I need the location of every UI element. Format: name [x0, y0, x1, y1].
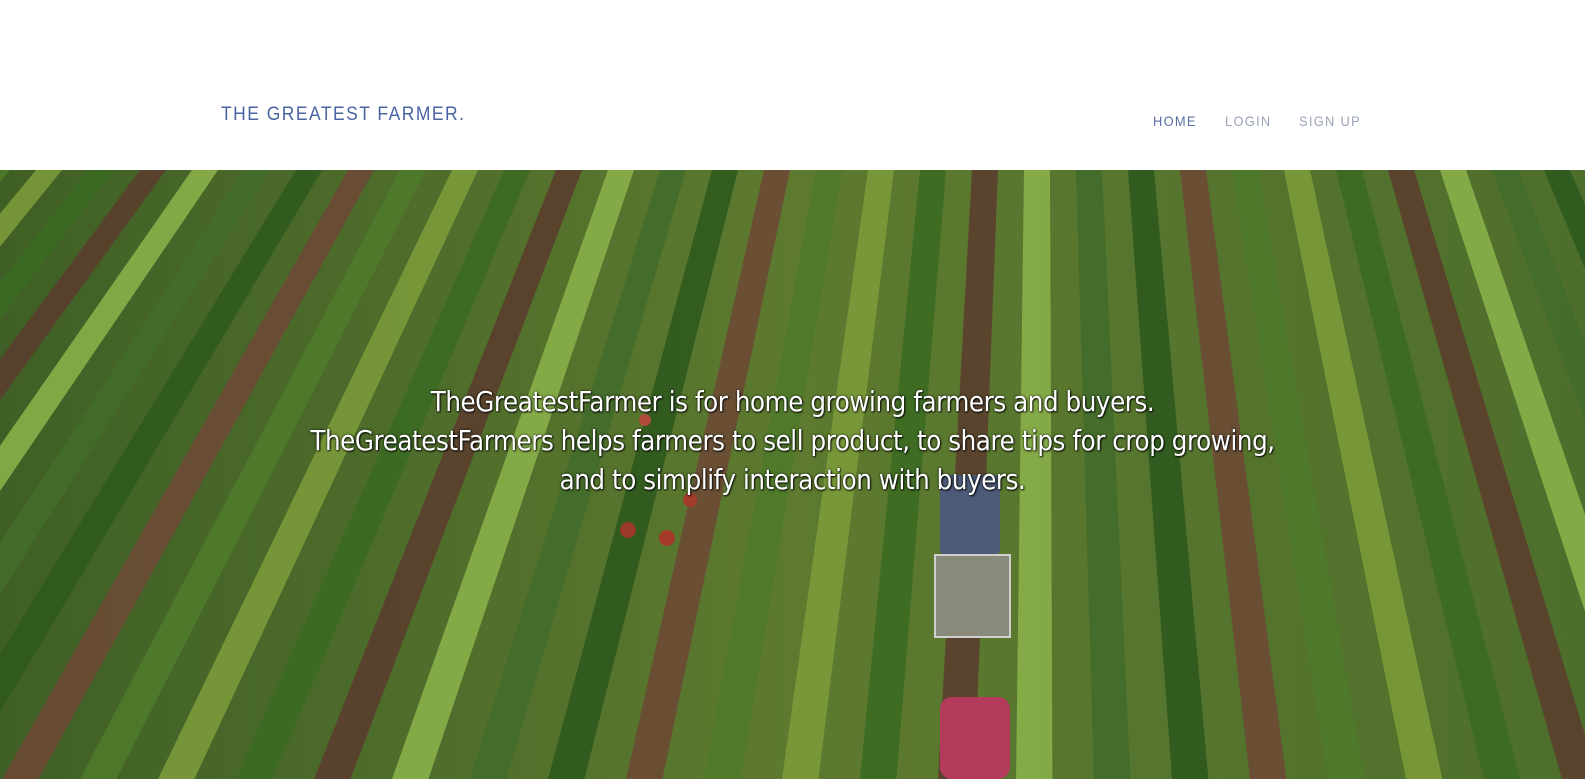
- nav-home-link[interactable]: HOME: [1153, 113, 1197, 129]
- brand-logo-link[interactable]: THE GREATEST FARMER.: [221, 104, 465, 126]
- main-nav: HOME LOGIN SIGN UP: [1153, 113, 1391, 129]
- site-header: THE GREATEST FARMER. HOME LOGIN SIGN UP: [0, 0, 1585, 170]
- hero-description: TheGreatestFarmer is for home growing fa…: [95, 382, 1490, 499]
- truck-icon: [934, 475, 1011, 779]
- hero-line: and to simplify interaction with buyers.: [559, 463, 1026, 496]
- nav-signup-link[interactable]: SIGN UP: [1299, 113, 1361, 129]
- hero-line: TheGreatestFarmer is for home growing fa…: [430, 385, 1155, 418]
- hero-section: TheGreatestFarmer is for home growing fa…: [0, 170, 1585, 779]
- nav-login-link[interactable]: LOGIN: [1225, 113, 1272, 129]
- hero-line: TheGreatestFarmers helps farmers to sell…: [310, 424, 1275, 457]
